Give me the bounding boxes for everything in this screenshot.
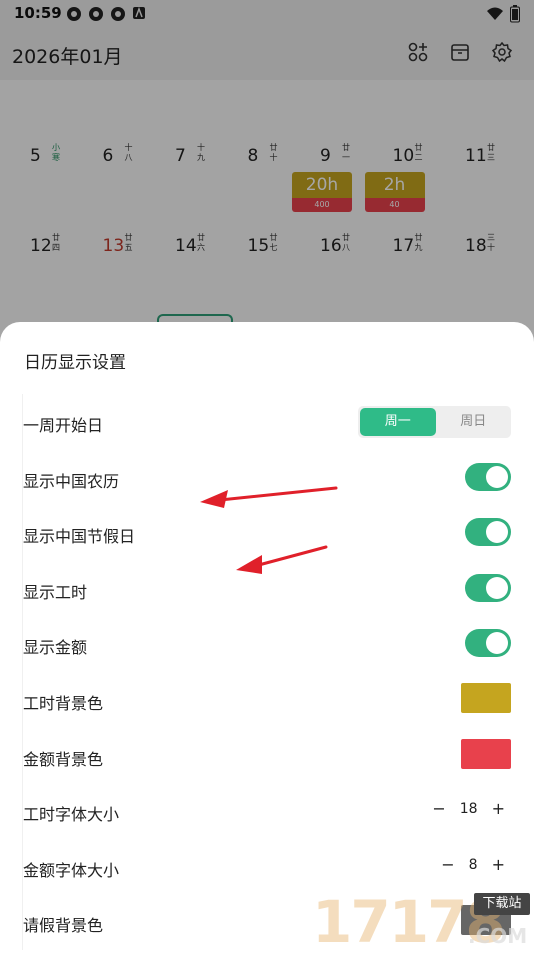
arrow-icon bbox=[200, 486, 338, 508]
watermark-suffix: .COM bbox=[468, 924, 528, 948]
arrow-icon bbox=[236, 545, 328, 574]
annotation-arrows bbox=[200, 486, 338, 574]
watermark-tag: 下载站 bbox=[474, 893, 530, 915]
